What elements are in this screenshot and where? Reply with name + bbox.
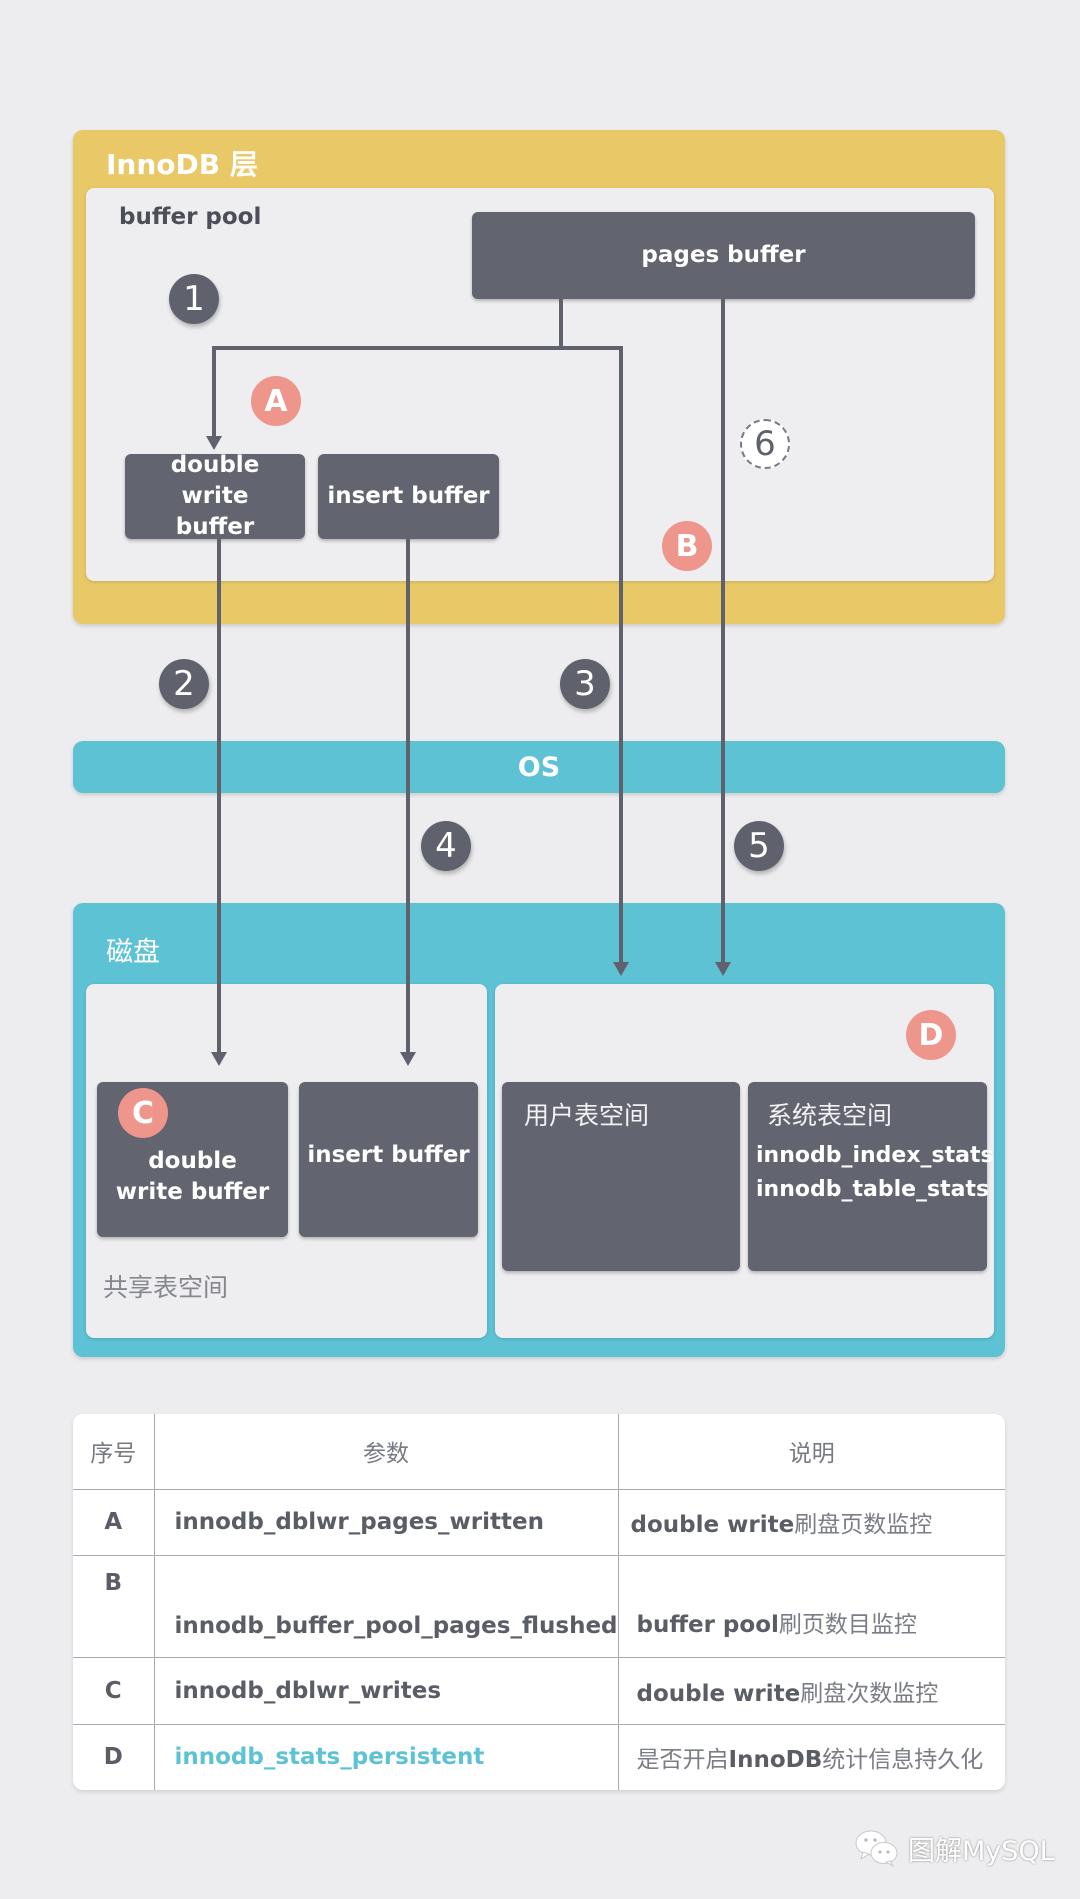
row-desc: buffer pool刷页数目监控 (617, 1555, 1005, 1658)
arrow-to-disk-insert-buffer (400, 1052, 416, 1066)
step-3-badge: 3 (560, 659, 610, 709)
step-4-badge: 4 (421, 821, 471, 871)
connector-step3 (619, 346, 623, 964)
step-5-badge: 5 (734, 821, 784, 871)
table-row: D innodb_stats_persistent 是否开启InnoDB统计信息… (73, 1723, 1005, 1790)
row-desc: double write刷盘页数监控 (617, 1488, 1005, 1557)
table-row: A innodb_dblwr_pages_written double writ… (73, 1488, 1005, 1557)
arrow-to-user-tablespace (613, 962, 629, 976)
row-param: innodb_dblwr_pages_written (153, 1488, 619, 1557)
wechat-icon (855, 1830, 898, 1868)
desc-rest: 刷盘次数监控 (800, 1680, 939, 1707)
pages-buffer-box: pages buffer (472, 212, 975, 299)
disk-insert-buffer-box: insert buffer (299, 1082, 478, 1237)
arrow-to-dwb (206, 436, 222, 450)
buffer-pool-title: buffer pool (119, 204, 262, 230)
system-tablespace-label: 系统表空间 (767, 1101, 893, 1130)
os-layer-bar: OS (73, 741, 1005, 793)
arrow-to-disk-dwb (211, 1052, 227, 1066)
row-param: innodb_buffer_pool_pages_flushed (153, 1555, 619, 1658)
marker-b: B (662, 521, 712, 571)
row-param-highlighted: innodb_stats_persistent (153, 1723, 619, 1790)
insert-buffer-box: insert buffer (318, 454, 499, 539)
table-row: B innodb_buffer_pool_pages_flushed buffe… (73, 1555, 1005, 1658)
disk-insert-buffer-label: insert buffer (307, 1142, 470, 1168)
row-param: innodb_dblwr_writes (153, 1656, 619, 1725)
header-param: 参数 (153, 1414, 619, 1490)
watermark-text: 图解MySQL (908, 1835, 1055, 1867)
pages-buffer-label: pages buffer (641, 242, 806, 268)
user-tablespace-label: 用户表空间 (524, 1101, 650, 1130)
connector-step5 (721, 299, 725, 964)
table-header-row: 序号 参数 说明 (73, 1414, 1005, 1490)
desc-bold: buffer pool (636, 1611, 779, 1638)
arrow-to-system-tablespace (715, 962, 731, 976)
insert-buffer-label: insert buffer (327, 483, 490, 509)
row-desc: double write刷盘次数监控 (617, 1656, 1005, 1725)
desc-rest: 刷盘页数监控 (794, 1512, 933, 1539)
os-layer-title: OS (517, 751, 561, 783)
desc-bold: InnoDB (728, 1747, 823, 1774)
header-seq: 序号 (73, 1414, 155, 1490)
step-1-badge: 1 (169, 274, 219, 324)
marker-a: A (251, 376, 301, 426)
shared-tablespace-title: 共享表空间 (103, 1273, 229, 1302)
double-write-buffer-box: double write buffer (125, 452, 305, 540)
desc-rest: 刷页数目监控 (778, 1611, 917, 1638)
disk-double-write-buffer-label: double write buffer (115, 1147, 270, 1205)
connector-horizontal (212, 346, 623, 350)
marker-c: C (118, 1088, 168, 1138)
row-seq: B (73, 1555, 155, 1658)
connector-step2 (217, 539, 221, 1054)
step-2-badge: 2 (159, 659, 209, 709)
row-desc: 是否开启InnoDB统计信息持久化 (617, 1723, 1005, 1790)
innodb-table-stats-label: innodb_table_stats (756, 1177, 990, 1202)
connector-pages-down (559, 299, 563, 349)
desc-bold: double write (630, 1512, 795, 1539)
disk-layer-title: 磁盘 (106, 937, 160, 968)
innodb-index-stats-label: innodb_index_stats (756, 1143, 994, 1168)
system-tablespace-box: 系统表空间 innodb_index_stats innodb_table_st… (748, 1082, 994, 1271)
user-tablespace-box: 用户表空间 (502, 1082, 740, 1271)
connector-to-dwb (212, 346, 216, 438)
row-seq: A (73, 1488, 155, 1557)
watermark: 图解MySQL (854, 1828, 1055, 1868)
marker-d: D (906, 1010, 956, 1060)
row-seq: D (73, 1723, 155, 1790)
table-row: C innodb_dblwr_writes double write刷盘次数监控 (73, 1656, 1005, 1725)
step-6-badge: 6 (740, 419, 790, 469)
desc-pre: 是否开启 (636, 1747, 729, 1774)
parameter-table: 序号 参数 说明 A innodb_dblwr_pages_written do… (73, 1414, 1005, 1790)
desc-bold: double write (636, 1680, 801, 1707)
desc-rest: 统计信息持久化 (822, 1747, 984, 1774)
header-desc: 说明 (617, 1414, 1005, 1490)
double-write-buffer-label: double write buffer (170, 452, 260, 540)
connector-step4 (406, 539, 410, 1054)
innodb-layer-title: InnoDB 层 (106, 148, 258, 181)
row-seq: C (73, 1656, 155, 1725)
